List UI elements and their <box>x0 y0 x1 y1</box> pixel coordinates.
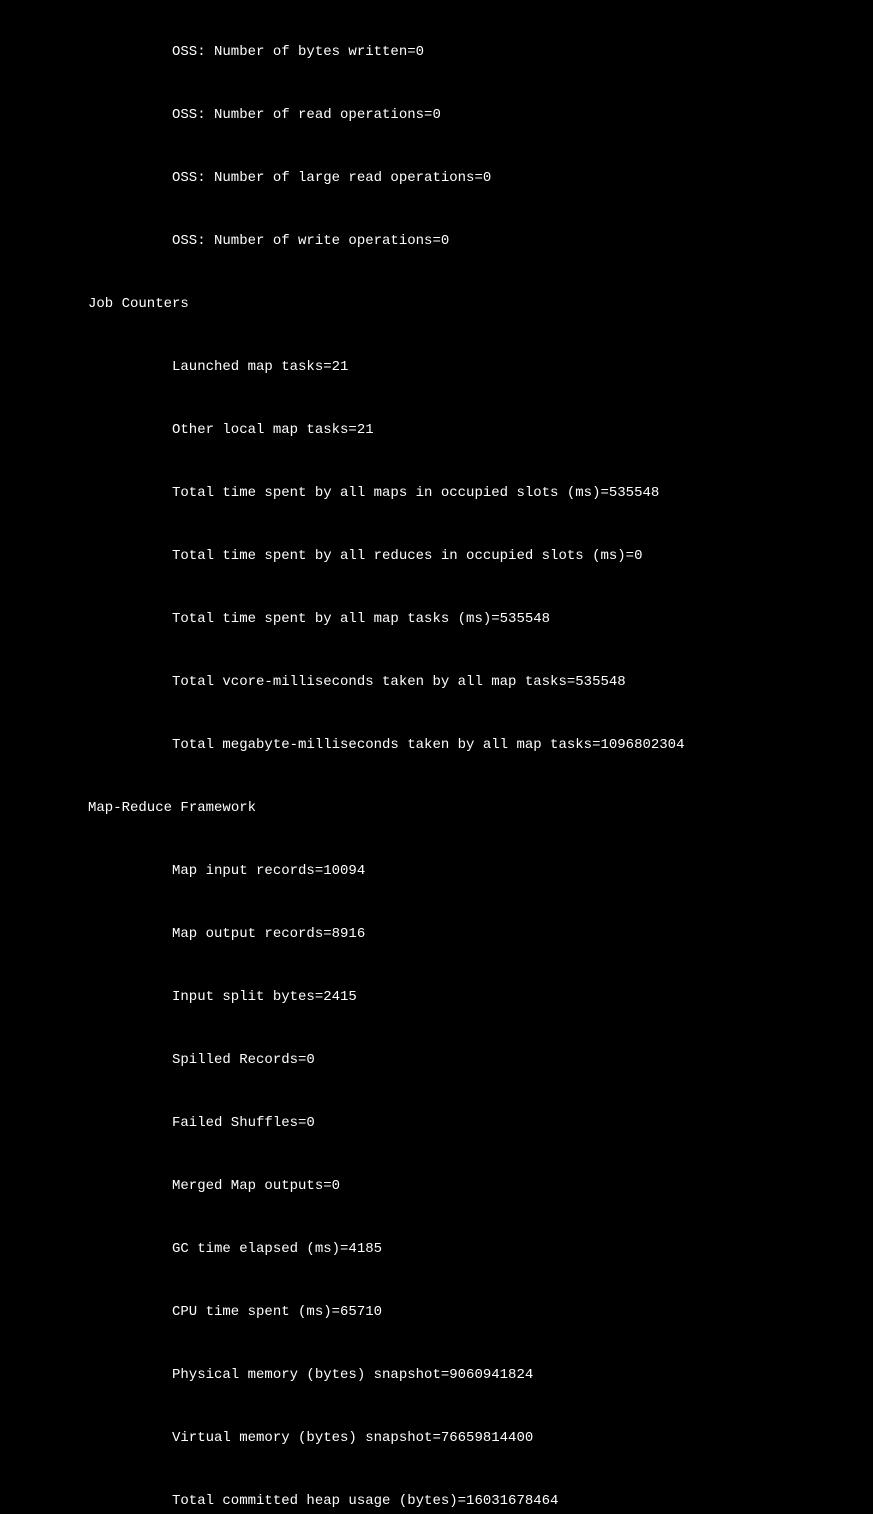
job-counter-line: Total megabyte-milliseconds taken by all… <box>4 735 869 756</box>
mapreduce-line: GC time elapsed (ms)=4185 <box>4 1239 869 1260</box>
mapreduce-line: Map input records=10094 <box>4 861 869 882</box>
job-counter-line: Total time spent by all maps in occupied… <box>4 483 869 504</box>
mapreduce-line: Merged Map outputs=0 <box>4 1176 869 1197</box>
mapreduce-line: Input split bytes=2415 <box>4 987 869 1008</box>
job-counter-line: Total time spent by all map tasks (ms)=5… <box>4 609 869 630</box>
mapreduce-header: Map-Reduce Framework <box>4 798 869 819</box>
mapreduce-line: Physical memory (bytes) snapshot=9060941… <box>4 1365 869 1386</box>
mapreduce-line: Virtual memory (bytes) snapshot=76659814… <box>4 1428 869 1449</box>
mapreduce-line: Map output records=8916 <box>4 924 869 945</box>
mapreduce-line: CPU time spent (ms)=65710 <box>4 1302 869 1323</box>
terminal-output[interactable]: OSS: Number of bytes written=0 OSS: Numb… <box>0 0 873 1514</box>
job-counters-header: Job Counters <box>4 294 869 315</box>
mapreduce-line: Total committed heap usage (bytes)=16031… <box>4 1491 869 1512</box>
job-counter-line: Total time spent by all reduces in occup… <box>4 546 869 567</box>
oss-line: OSS: Number of large read operations=0 <box>4 168 869 189</box>
mapreduce-line: Spilled Records=0 <box>4 1050 869 1071</box>
job-counter-line: Other local map tasks=21 <box>4 420 869 441</box>
oss-line: OSS: Number of bytes written=0 <box>4 42 869 63</box>
oss-line: OSS: Number of read operations=0 <box>4 105 869 126</box>
job-counter-line: Total vcore-milliseconds taken by all ma… <box>4 672 869 693</box>
oss-line: OSS: Number of write operations=0 <box>4 231 869 252</box>
mapreduce-line: Failed Shuffles=0 <box>4 1113 869 1134</box>
job-counter-line: Launched map tasks=21 <box>4 357 869 378</box>
